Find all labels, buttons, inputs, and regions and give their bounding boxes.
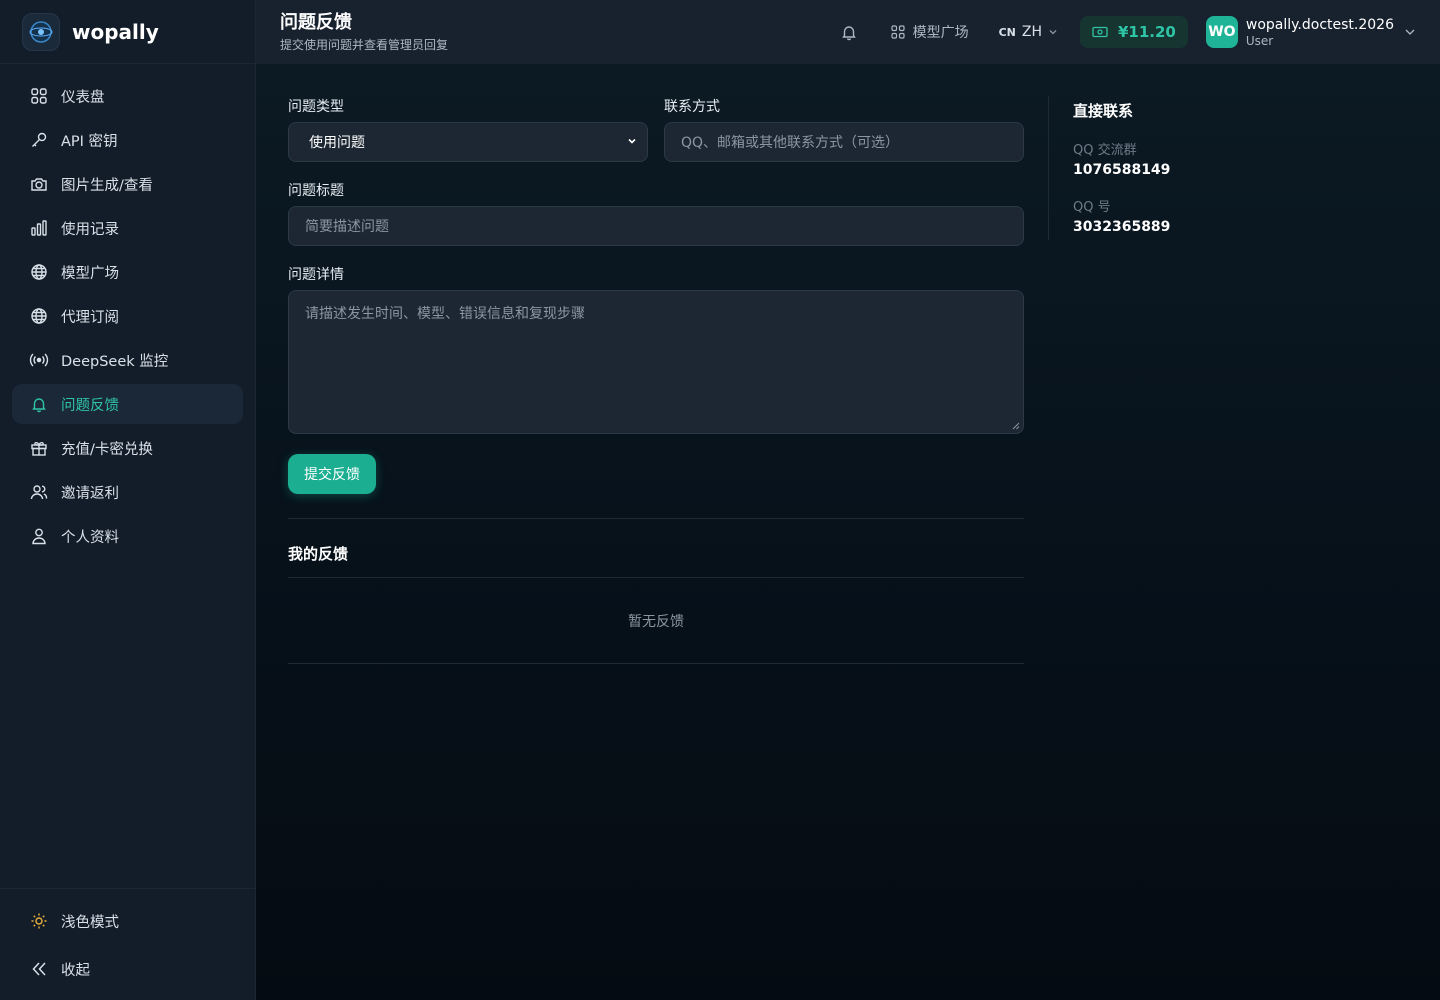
user-role: User <box>1245 34 1274 48</box>
sidebar-bottom: 浅色模式 收起 <box>0 888 255 1000</box>
sidebar-nav: 仪表盘 API 密钥 图片生成/查看 使用记录 模型广场 代理订阅 DeepSe… <box>0 64 255 556</box>
sidebar-item-label: 代理订阅 <box>61 309 119 326</box>
notifications-bell-icon[interactable] <box>839 22 859 42</box>
detail-field: 问题详情 请描述发生时间、模型、错误信息和复现步骤 <box>288 264 1024 434</box>
collapse-label: 收起 <box>61 962 90 979</box>
globe-icon <box>29 306 49 326</box>
qq-group-value: 1076588149 <box>1073 162 1171 178</box>
contact-label: 联系方式 <box>664 99 720 115</box>
page-title: 问题反馈 <box>280 11 352 33</box>
gift-icon <box>29 438 49 458</box>
wallet-icon <box>1092 25 1108 39</box>
direct-contact: 直接联系 QQ 交流群 1076588149 QQ 号 3032365889 <box>1048 96 1248 240</box>
language-selector[interactable]: CN ZH <box>999 24 1058 40</box>
brand[interactable]: wopally <box>0 0 255 64</box>
avatar: WO <box>1205 16 1238 48</box>
chevron-down-icon <box>1048 27 1058 37</box>
brand-logo-icon <box>22 12 60 51</box>
contact-input[interactable]: QQ、邮箱或其他联系方式（可选） <box>664 122 1024 162</box>
page-subtitle: 提交使用问题并查看管理员回复 <box>280 37 449 52</box>
sidebar-item-label: 个人资料 <box>61 529 119 546</box>
qq-group-label: QQ 交流群 <box>1073 143 1137 158</box>
user-menu[interactable]: WO wopally.doctest.2026 User <box>1205 16 1416 48</box>
resize-handle-icon[interactable] <box>1012 422 1020 430</box>
bell-icon <box>29 394 49 414</box>
sidebar-item-label: 使用记录 <box>61 221 119 238</box>
chevron-down-icon <box>1404 26 1416 38</box>
divider <box>288 663 1024 664</box>
sidebar-item-api-keys[interactable]: API 密钥 <box>12 120 243 160</box>
sidebar-item-label: 问题反馈 <box>61 397 119 414</box>
empty-state: 暂无反馈 <box>628 614 684 630</box>
camera-icon <box>29 174 49 194</box>
balance-value: ¥11.20 <box>1117 23 1176 41</box>
chevron-down-icon <box>627 134 637 150</box>
dashboard-icon <box>29 86 49 106</box>
user-icon <box>29 526 49 546</box>
sidebar-item-label: 仪表盘 <box>61 89 105 106</box>
sidebar-item-label: 邀请返利 <box>61 485 119 502</box>
bar-chart-icon <box>29 218 49 238</box>
language-label: ZH <box>1021 24 1042 40</box>
sidebar-item-feedback[interactable]: 问题反馈 <box>12 384 243 424</box>
sidebar-item-profile[interactable]: 个人资料 <box>12 516 243 556</box>
collapse-sidebar-button[interactable]: 收起 <box>12 949 243 989</box>
qq-number-value: 3032365889 <box>1073 219 1171 235</box>
submit-feedback-button[interactable]: 提交反馈 <box>288 454 376 494</box>
broadcast-icon <box>29 350 49 370</box>
detail-textarea[interactable]: 请描述发生时间、模型、错误信息和复现步骤 <box>288 290 1024 434</box>
detail-label: 问题详情 <box>288 267 344 283</box>
brand-name: wopally <box>72 19 159 44</box>
title-label: 问题标题 <box>288 183 344 199</box>
theme-toggle[interactable]: 浅色模式 <box>12 901 243 941</box>
grid-icon <box>890 25 905 39</box>
title-input[interactable]: 简要描述问题 <box>288 206 1024 246</box>
sidebar-item-recharge[interactable]: 充值/卡密兑换 <box>12 428 243 468</box>
sun-icon <box>29 911 49 931</box>
divider <box>288 518 1024 519</box>
sidebar-item-invite[interactable]: 邀请返利 <box>12 472 243 512</box>
qq-number-label: QQ 号 <box>1073 200 1111 215</box>
sidebar-item-images[interactable]: 图片生成/查看 <box>12 164 243 204</box>
sidebar-item-label: 图片生成/查看 <box>61 177 153 194</box>
issue-type-label: 问题类型 <box>288 99 344 115</box>
divider <box>288 577 1024 578</box>
my-feedback-title: 我的反馈 <box>288 545 349 563</box>
globe-icon <box>29 262 49 282</box>
main-content: 问题类型 使用问题 联系方式 QQ、邮箱或其他联系方式（可选） 问题标题 简要描… <box>256 64 1440 1000</box>
users-icon <box>29 482 49 502</box>
top-header: 问题反馈 提交使用问题并查看管理员回复 模型广场 CN ZH ¥11.20 WO… <box>256 0 1440 64</box>
sidebar-item-usage[interactable]: 使用记录 <box>12 208 243 248</box>
contact-title: 直接联系 <box>1073 102 1134 120</box>
model-market-label: 模型广场 <box>912 25 969 41</box>
issue-type-select[interactable]: 使用问题 <box>288 122 648 162</box>
sidebar-item-proxy[interactable]: 代理订阅 <box>12 296 243 336</box>
sidebar-item-label: DeepSeek 监控 <box>61 353 169 370</box>
contact-field: 联系方式 QQ、邮箱或其他联系方式（可选） <box>664 96 1024 162</box>
model-market-link[interactable]: 模型广场 <box>890 22 969 42</box>
language-flag: CN <box>998 25 1016 39</box>
title-field: 问题标题 简要描述问题 <box>288 180 1024 246</box>
sidebar-item-label: 充值/卡密兑换 <box>61 441 153 458</box>
feedback-form: 问题类型 使用问题 联系方式 QQ、邮箱或其他联系方式（可选） 问题标题 简要描… <box>288 96 1024 664</box>
detail-placeholder: 请描述发生时间、模型、错误信息和复现步骤 <box>305 306 585 322</box>
issue-type-field: 问题类型 使用问题 <box>288 96 648 162</box>
sidebar-item-label: API 密钥 <box>61 133 118 150</box>
sidebar: wopally 仪表盘 API 密钥 图片生成/查看 使用记录 模型广场 代理订… <box>0 0 256 1000</box>
issue-type-value: 使用问题 <box>309 135 365 151</box>
page-heading: 问题反馈 提交使用问题并查看管理员回复 <box>256 12 448 53</box>
balance-badge[interactable]: ¥11.20 <box>1079 16 1188 48</box>
sidebar-item-label: 模型广场 <box>61 265 119 282</box>
double-chevron-left-icon <box>29 959 49 979</box>
header-actions: 模型广场 CN ZH ¥11.20 WO wopally.doctest.202… <box>839 0 1416 64</box>
sidebar-item-dashboard[interactable]: 仪表盘 <box>12 76 243 116</box>
sidebar-item-deepseek[interactable]: DeepSeek 监控 <box>12 340 243 380</box>
sidebar-item-models[interactable]: 模型广场 <box>12 252 243 292</box>
user-info: wopally.doctest.2026 User <box>1246 16 1394 48</box>
theme-toggle-label: 浅色模式 <box>61 914 119 931</box>
user-name: wopally.doctest.2026 <box>1245 17 1394 33</box>
key-icon <box>29 130 49 150</box>
